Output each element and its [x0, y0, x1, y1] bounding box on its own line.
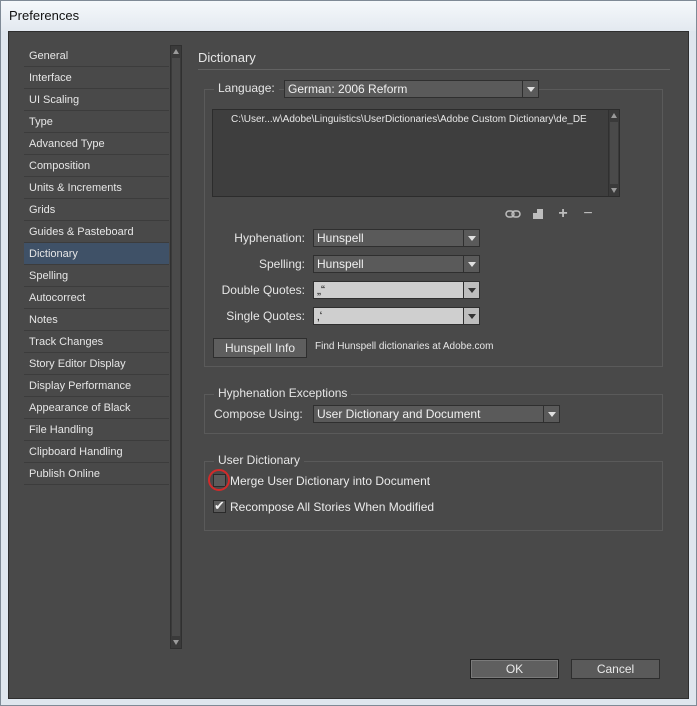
language-value: German: 2006 Reform: [288, 82, 408, 96]
single-quotes-value: ‚‘: [317, 309, 323, 323]
spelling-value: Hunspell: [317, 257, 364, 271]
chevron-down-icon: [522, 81, 538, 97]
merge-dictionary-label[interactable]: Merge User Dictionary into Document: [230, 474, 430, 488]
sidebar-item-general[interactable]: General: [24, 45, 169, 67]
spelling-select[interactable]: Hunspell: [313, 255, 480, 273]
single-quotes-select[interactable]: ‚‘: [313, 307, 480, 325]
list-scroll-thumb[interactable]: [610, 122, 618, 184]
cancel-button[interactable]: Cancel: [571, 659, 660, 679]
plus-icon[interactable]: +: [555, 206, 571, 222]
sidebar-item-type[interactable]: Type: [24, 111, 169, 133]
chevron-down-icon: [543, 406, 559, 422]
preferences-window: Preferences General Interface UI Scaling…: [0, 0, 697, 706]
sidebar-item-spelling[interactable]: Spelling: [24, 265, 169, 287]
title-bar: Preferences: [1, 1, 696, 31]
sidebar-item-publish-online[interactable]: Publish Online: [24, 463, 169, 485]
user-dictionary-legend: User Dictionary: [214, 453, 305, 467]
double-quotes-label: Double Quotes:: [221, 283, 305, 297]
sidebar-scrollbar[interactable]: [170, 45, 182, 649]
minus-icon[interactable]: −: [580, 206, 596, 222]
recompose-stories-label[interactable]: Recompose All Stories When Modified: [230, 500, 434, 514]
scroll-up-icon[interactable]: [611, 113, 617, 118]
ok-button[interactable]: OK: [470, 659, 559, 679]
sidebar-item-display-performance[interactable]: Display Performance: [24, 375, 169, 397]
dictionary-list[interactable]: C:\User...w\Adobe\Linguistics\UserDictio…: [212, 109, 620, 197]
sidebar-item-appearance-of-black[interactable]: Appearance of Black: [24, 397, 169, 419]
double-quotes-value: „“: [317, 283, 325, 297]
sidebar: General Interface UI Scaling Type Advanc…: [24, 45, 169, 519]
chevron-down-icon: [463, 282, 479, 298]
chevron-down-icon: [463, 230, 479, 246]
language-select[interactable]: German: 2006 Reform: [284, 80, 539, 98]
scroll-up-icon[interactable]: [173, 49, 179, 54]
dictionary-path[interactable]: C:\User...w\Adobe\Linguistics\UserDictio…: [231, 114, 587, 125]
spelling-label: Spelling:: [258, 257, 305, 271]
hyphenation-select[interactable]: Hunspell: [313, 229, 480, 247]
sidebar-item-story-editor-display[interactable]: Story Editor Display: [24, 353, 169, 375]
double-quotes-select[interactable]: „“: [313, 281, 480, 299]
panel-divider: [198, 69, 670, 70]
compose-using-select[interactable]: User Dictionary and Document: [313, 405, 560, 423]
chevron-down-icon: [463, 256, 479, 272]
recompose-stories-checkbox[interactable]: [213, 498, 226, 514]
hyphenation-value: Hunspell: [317, 231, 364, 245]
sidebar-scroll-thumb[interactable]: [172, 58, 180, 636]
dialog-client: General Interface UI Scaling Type Advanc…: [8, 31, 689, 699]
hyphenation-label: Hyphenation:: [234, 231, 305, 245]
scroll-down-icon[interactable]: [173, 640, 179, 645]
sidebar-item-notes[interactable]: Notes: [24, 309, 169, 331]
sidebar-item-guides-pasteboard[interactable]: Guides & Pasteboard: [24, 221, 169, 243]
sidebar-item-ui-scaling[interactable]: UI Scaling: [24, 89, 169, 111]
sidebar-item-clipboard-handling[interactable]: Clipboard Handling: [24, 441, 169, 463]
hunspell-note: Find Hunspell dictionaries at Adobe.com: [315, 341, 494, 352]
sidebar-item-file-handling[interactable]: File Handling: [24, 419, 169, 441]
compose-using-value: User Dictionary and Document: [317, 407, 481, 421]
hyphenation-exceptions-legend: Hyphenation Exceptions: [214, 386, 352, 400]
chevron-down-icon: [463, 308, 479, 324]
sidebar-item-units-increments[interactable]: Units & Increments: [24, 177, 169, 199]
window-title: Preferences: [9, 8, 80, 23]
panel-title: Dictionary: [198, 50, 256, 65]
user-dictionary-group: [204, 461, 663, 531]
sidebar-item-composition[interactable]: Composition: [24, 155, 169, 177]
new-page-icon[interactable]: [530, 206, 546, 222]
sidebar-item-dictionary[interactable]: Dictionary: [24, 243, 169, 265]
language-label: Language:: [214, 81, 279, 95]
sidebar-item-track-changes[interactable]: Track Changes: [24, 331, 169, 353]
sidebar-item-autocorrect[interactable]: Autocorrect: [24, 287, 169, 309]
single-quotes-label: Single Quotes:: [226, 309, 305, 323]
compose-using-label: Compose Using:: [214, 407, 303, 421]
sidebar-item-advanced-type[interactable]: Advanced Type: [24, 133, 169, 155]
red-highlight-circle: [208, 469, 230, 491]
scroll-down-icon[interactable]: [611, 188, 617, 193]
sidebar-item-grids[interactable]: Grids: [24, 199, 169, 221]
hunspell-info-button[interactable]: Hunspell Info: [213, 338, 307, 358]
dictionary-list-scrollbar[interactable]: [608, 110, 619, 196]
sidebar-item-interface[interactable]: Interface: [24, 67, 169, 89]
link-icon[interactable]: [505, 206, 521, 222]
